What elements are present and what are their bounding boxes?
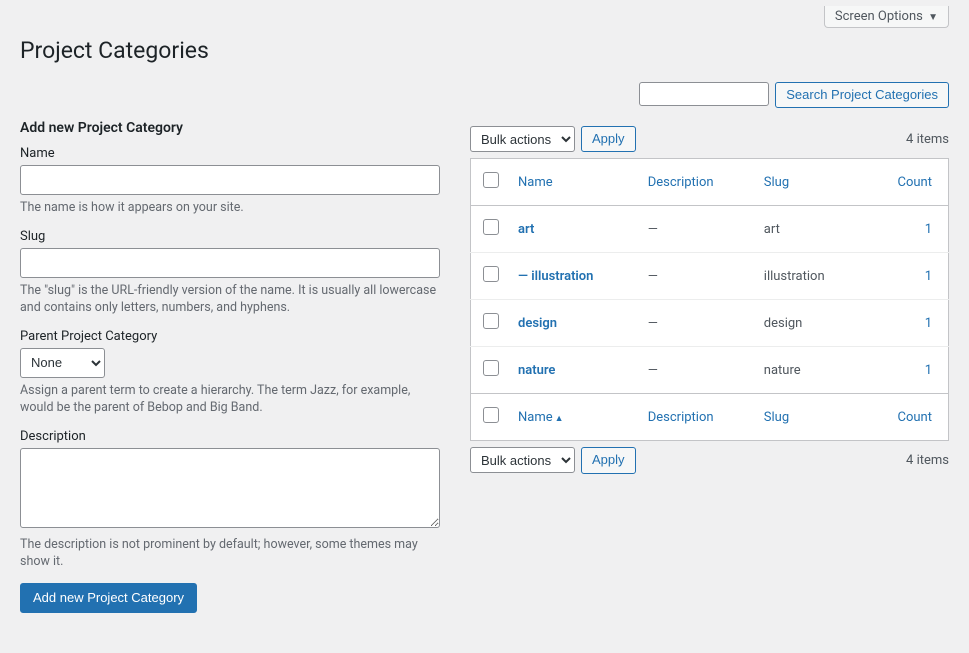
description-textarea[interactable] [20, 448, 440, 528]
col-slug-footer[interactable]: Slug [756, 394, 865, 441]
screen-options-label: Screen Options [835, 9, 923, 24]
parent-help: Assign a parent term to create a hierarc… [20, 382, 440, 417]
row-description: — [648, 222, 658, 237]
row-name-link[interactable]: nature [518, 363, 555, 378]
items-count-bottom: 4 items [906, 453, 949, 468]
row-description: — [648, 269, 658, 284]
add-category-button[interactable]: Add new Project Category [20, 583, 197, 613]
chevron-down-icon: ▼ [928, 12, 938, 23]
parent-label: Parent Project Category [20, 329, 440, 344]
row-checkbox[interactable] [483, 313, 499, 329]
col-description-footer[interactable]: Description [640, 394, 756, 441]
row-slug: illustration [764, 269, 825, 284]
row-count-link[interactable]: 1 [925, 269, 932, 284]
bulk-actions-select-top[interactable]: Bulk actions [470, 126, 575, 152]
select-all-top[interactable] [483, 172, 499, 188]
select-all-bottom[interactable] [483, 407, 499, 423]
table-row: design — design 1 [471, 300, 949, 347]
row-count-link[interactable]: 1 [925, 363, 932, 378]
row-name-link[interactable]: art [518, 222, 534, 237]
table-row: — illustration — illustration 1 [471, 253, 949, 300]
slug-input[interactable] [20, 248, 440, 278]
description-label: Description [20, 429, 440, 444]
col-slug-header[interactable]: Slug [756, 159, 865, 206]
row-description: — [648, 363, 658, 378]
table-row: nature — nature 1 [471, 347, 949, 394]
col-description-header[interactable]: Description [640, 159, 756, 206]
slug-label: Slug [20, 229, 440, 244]
col-count-footer[interactable]: Count [865, 394, 949, 441]
parent-select[interactable]: None [20, 348, 105, 378]
table-row: art — art 1 [471, 206, 949, 253]
search-button[interactable]: Search Project Categories [775, 82, 949, 108]
row-slug: art [764, 222, 780, 237]
row-checkbox[interactable] [483, 219, 499, 235]
row-checkbox[interactable] [483, 266, 499, 282]
row-description: — [648, 316, 658, 331]
bulk-actions-select-bottom[interactable]: Bulk actions [470, 447, 575, 473]
row-checkbox[interactable] [483, 360, 499, 376]
apply-button-bottom[interactable]: Apply [581, 447, 636, 473]
name-input[interactable] [20, 165, 440, 195]
categories-table: Name Description Slug Count art—art1— il… [470, 158, 949, 441]
screen-options-button[interactable]: Screen Options ▼ [824, 6, 949, 28]
slug-help: The "slug" is the URL-friendly version o… [20, 282, 440, 317]
form-heading: Add new Project Category [20, 120, 440, 136]
row-name-link[interactable]: — illustration [518, 269, 593, 284]
sort-caret-icon: ▲ [555, 414, 564, 424]
name-help: The name is how it appears on your site. [20, 199, 440, 217]
row-slug: nature [764, 363, 801, 378]
col-count-header[interactable]: Count [865, 159, 949, 206]
row-count-link[interactable]: 1 [925, 222, 932, 237]
name-label: Name [20, 146, 440, 161]
search-input[interactable] [639, 82, 769, 106]
row-count-link[interactable]: 1 [925, 316, 932, 331]
page-title: Project Categories [20, 28, 949, 68]
apply-button-top[interactable]: Apply [581, 126, 636, 152]
col-name-footer[interactable]: Name▲ [510, 394, 640, 441]
col-name-header[interactable]: Name [510, 159, 640, 206]
row-name-link[interactable]: design [518, 316, 557, 331]
items-count-top: 4 items [906, 132, 949, 147]
description-help: The description is not prominent by defa… [20, 536, 440, 571]
row-slug: design [764, 316, 803, 331]
